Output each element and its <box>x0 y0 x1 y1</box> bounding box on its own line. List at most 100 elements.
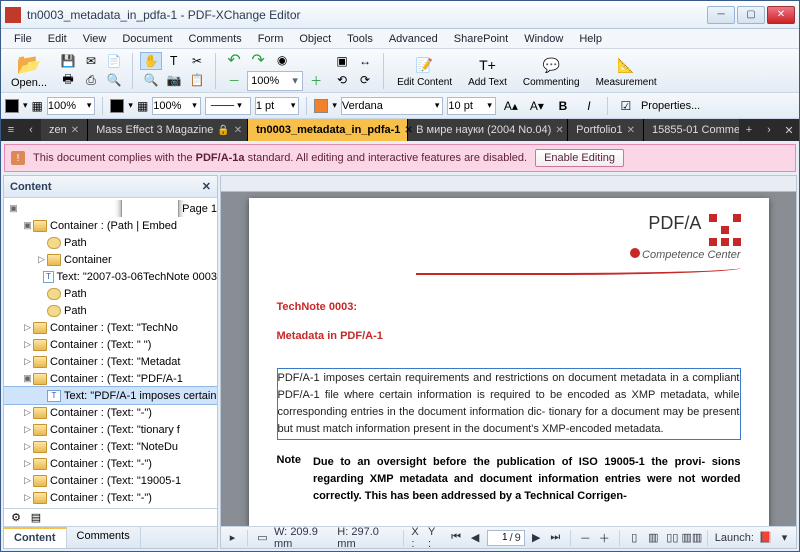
commenting-button[interactable]: 💬 Commenting <box>517 51 586 90</box>
chevron-down-icon[interactable]: ▾ <box>128 100 133 111</box>
close-icon[interactable]: ✕ <box>404 125 412 136</box>
open-button[interactable]: 📂 Open... <box>5 51 53 91</box>
menu-comments[interactable]: Comments <box>182 31 249 47</box>
panel-tab-comments[interactable]: Comments <box>67 527 141 548</box>
menu-document[interactable]: Document <box>115 31 179 47</box>
tree-item[interactable]: ▷Container : (Text: "-") <box>4 489 217 506</box>
zoom-input[interactable] <box>248 75 288 87</box>
stroke-width-combo[interactable]: ▾ <box>255 97 300 115</box>
menu-advanced[interactable]: Advanced <box>382 31 445 47</box>
tree-twisty-icon[interactable]: ▷ <box>36 254 47 265</box>
tree-item[interactable]: ▷Container : (Text: "NoteDu <box>4 438 217 455</box>
doc-icon[interactable]: 📄 <box>103 52 125 70</box>
menu-window[interactable]: Window <box>517 31 570 47</box>
shrink-font-icon[interactable]: A▾ <box>526 97 548 115</box>
fit-width-icon[interactable]: ↔ <box>354 52 376 70</box>
tree-item[interactable]: TText: "2007-03-06TechNote 0003 <box>4 268 217 285</box>
menu-tools[interactable]: Tools <box>340 31 380 47</box>
camera-icon[interactable]: 📷 <box>163 71 185 89</box>
tree-twisty-icon[interactable]: ▷ <box>22 356 33 367</box>
chevron-down-icon[interactable]: ▾ <box>23 100 28 111</box>
properties-icon[interactable]: ☑ <box>615 97 637 115</box>
rotate-cw-icon[interactable]: ⟳ <box>354 71 376 89</box>
close-icon[interactable]: ✕ <box>234 125 242 136</box>
menu-object[interactable]: Object <box>292 31 338 47</box>
next-page-icon[interactable]: ▶ <box>529 531 544 545</box>
chevron-down-icon[interactable]: ▾ <box>288 74 302 87</box>
properties-button[interactable]: Properties... <box>641 100 700 112</box>
zoom-in-icon[interactable]: ＋ <box>305 72 327 90</box>
document-viewport[interactable]: PDF/A Competence Center TechNote 0003:Me… <box>221 192 796 526</box>
tree-twisty-icon[interactable]: ▷ <box>22 441 33 452</box>
tree-twisty-icon[interactable]: ▷ <box>22 492 33 503</box>
tab-prev-icon[interactable]: ‹ <box>21 119 41 141</box>
stroke-opacity-combo[interactable]: ▾ <box>152 97 201 115</box>
text-select-icon[interactable]: Ꭲ <box>163 52 185 70</box>
menu-file[interactable]: File <box>7 31 39 47</box>
print-icon[interactable]: 🖶 <box>57 71 79 89</box>
italic-icon[interactable]: I <box>578 97 600 115</box>
search-icon[interactable]: 🔍 <box>103 71 125 89</box>
document-tab[interactable]: zen✕ <box>41 119 88 141</box>
scan-icon[interactable]: ⎙ <box>80 71 102 89</box>
two-page-icon[interactable]: ▯▯ <box>665 531 680 545</box>
measurement-button[interactable]: 📐 Measurement <box>590 51 663 90</box>
tree-item[interactable]: Path <box>4 302 217 319</box>
tree-item[interactable]: ▷Container : (Text: "Metadat <box>4 353 217 370</box>
fill-opacity-combo[interactable]: ▾ <box>47 97 96 115</box>
font-size-combo[interactable]: ▾ <box>447 97 496 115</box>
menu-help[interactable]: Help <box>572 31 609 47</box>
prev-page-icon[interactable]: ◀ <box>468 531 483 545</box>
fill-color-swatch[interactable] <box>5 99 19 113</box>
tree-twisty-icon[interactable]: ▷ <box>22 407 33 418</box>
options-icon[interactable]: ⚙ <box>8 511 24 525</box>
tree-twisty-icon[interactable]: ▷ <box>22 458 33 469</box>
minimize-button[interactable]: ─ <box>707 6 735 24</box>
fit-page-icon[interactable]: ▣ <box>331 52 353 70</box>
tree-twisty-icon[interactable]: ▣ <box>8 203 19 214</box>
close-button[interactable]: ✕ <box>767 6 795 24</box>
tree-item[interactable]: ▣Page 1 <box>4 200 217 217</box>
menu-edit[interactable]: Edit <box>41 31 74 47</box>
panel-close-icon[interactable]: ✕ <box>202 180 211 193</box>
page-number-field[interactable]: /9 <box>487 530 525 546</box>
close-icon[interactable]: ✕ <box>71 125 79 136</box>
two-continuous-icon[interactable]: ▥▥ <box>684 531 700 545</box>
save-icon[interactable]: 💾 <box>57 52 79 70</box>
tree-twisty-icon[interactable]: ▣ <box>22 220 33 231</box>
tab-list-icon[interactable]: ≡ <box>1 119 21 141</box>
document-tab[interactable]: 15855-01 Commercial Grade AHU's✕ <box>644 119 739 141</box>
close-icon[interactable]: ✕ <box>555 125 563 136</box>
bold-icon[interactable]: B <box>552 97 574 115</box>
tree-item[interactable]: ▣Container : (Path | Embed <box>4 217 217 234</box>
tab-next-icon[interactable]: › <box>759 119 779 141</box>
menu-form[interactable]: Form <box>251 31 291 47</box>
options-menu-icon[interactable]: ▸ <box>225 531 240 545</box>
zoom-out-icon[interactable]: － <box>223 72 245 90</box>
tree-item[interactable]: ▷Container : (Text: " ") <box>4 336 217 353</box>
last-page-icon[interactable]: ⏭ <box>548 531 563 545</box>
zoom-out-status-icon[interactable]: － <box>578 531 593 545</box>
continuous-icon[interactable]: ▥ <box>646 531 661 545</box>
document-tab[interactable]: Mass Effect 3 Magazine🔒✕ <box>88 119 248 141</box>
tree-twisty-icon[interactable]: ▣ <box>22 373 33 384</box>
tree-item[interactable]: ▷Container : (Text: "TechNo <box>4 319 217 336</box>
menu-sharepoint[interactable]: SharePoint <box>447 31 515 47</box>
tree-item[interactable]: ▷Container : (Text: "tionary f <box>4 421 217 438</box>
edit-content-button[interactable]: 📝 Edit Content <box>391 51 458 90</box>
launch-app-icon[interactable]: 📕 <box>758 531 773 545</box>
document-tab[interactable]: tn0003_metadata_in_pdfa-1✕ <box>248 119 408 141</box>
tree-item[interactable]: ▷Container : (Text: "19005-1 <box>4 472 217 489</box>
redo-icon[interactable]: ↷ <box>247 51 269 69</box>
tree-item[interactable]: ▣Container : (Text: "PDF/A-1 <box>4 370 217 387</box>
menu-view[interactable]: View <box>76 31 114 47</box>
tree-item[interactable]: ▷Container <box>4 251 217 268</box>
chevron-down-icon[interactable]: ▾ <box>332 100 337 111</box>
tree-twisty-icon[interactable]: ▷ <box>22 424 33 435</box>
line-style-combo[interactable]: ───▾ <box>205 97 251 115</box>
snapshot-icon[interactable]: ✂ <box>186 52 208 70</box>
tree-twisty-icon[interactable]: ▷ <box>22 475 33 486</box>
zoom-tool-icon[interactable]: 🔍 <box>140 71 162 89</box>
tree-item[interactable]: Path <box>4 234 217 251</box>
tree-item[interactable]: ▷Container : (Text: "-") <box>4 455 217 472</box>
